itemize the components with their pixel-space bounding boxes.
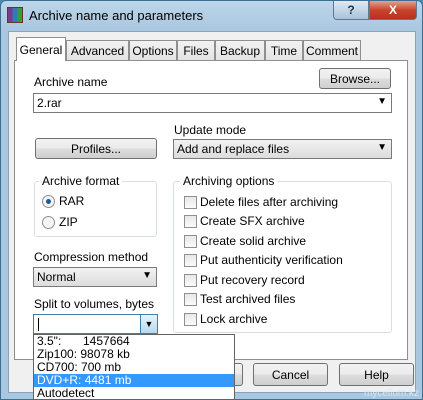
- split-volumes-dropdown: 3.5": 1457664 Zip100: 98078 kb CD700: 700…: [33, 334, 235, 400]
- dialog-window: Archive name and parameters ? X General …: [0, 0, 423, 400]
- checkbox-test-files-label[interactable]: Test archived files: [200, 292, 295, 306]
- radio-zip[interactable]: [42, 216, 55, 229]
- checkbox-recovery-record[interactable]: [184, 274, 197, 287]
- tab-files[interactable]: Files: [177, 40, 215, 60]
- text-caret: [38, 318, 39, 331]
- window-title: Archive name and parameters: [29, 8, 204, 23]
- split-volumes-label: Split to volumes, bytes: [34, 297, 155, 311]
- checkbox-solid-archive-label[interactable]: Create solid archive: [200, 234, 306, 248]
- radio-selected-dot: [46, 199, 51, 204]
- tab-comment[interactable]: Comment: [303, 40, 361, 60]
- archive-name-input[interactable]: 2.rar ▼: [33, 93, 392, 113]
- checkbox-lock-archive-label[interactable]: Lock archive: [200, 312, 267, 326]
- checkbox-test-files[interactable]: [184, 293, 197, 306]
- checkbox-create-sfx-label[interactable]: Create SFX archive: [200, 214, 305, 228]
- chevron-down-icon: ▼: [142, 270, 152, 281]
- checkbox-delete-files[interactable]: [184, 196, 197, 209]
- winrar-app-icon: [7, 7, 23, 23]
- chevron-down-icon: ▼: [377, 142, 387, 153]
- checkbox-delete-files-label[interactable]: Delete files after archiving: [200, 195, 338, 209]
- tab-options[interactable]: Options: [129, 40, 177, 60]
- dropdown-option-autodetect[interactable]: Autodetect: [34, 387, 234, 400]
- compression-method-select[interactable]: Normal ▼: [33, 267, 157, 287]
- archive-name-label: Archive name: [34, 75, 108, 89]
- archive-name-value: 2.rar: [37, 96, 62, 110]
- tab-advanced[interactable]: Advanced: [66, 40, 129, 60]
- checkbox-authenticity-label[interactable]: Put authenticity verification: [200, 253, 343, 267]
- archiving-options-title: Archiving options: [180, 174, 278, 188]
- help-button[interactable]: Help: [339, 363, 414, 386]
- checkbox-lock-archive[interactable]: [184, 313, 197, 326]
- update-mode-value: Add and replace files: [177, 142, 290, 156]
- tab-time[interactable]: Time: [265, 40, 303, 60]
- checkbox-authenticity[interactable]: [184, 254, 197, 267]
- checkbox-solid-archive[interactable]: [184, 235, 197, 248]
- cancel-button[interactable]: Cancel: [253, 363, 328, 386]
- title-help-button[interactable]: ?: [333, 1, 369, 20]
- tab-general[interactable]: General: [16, 37, 66, 61]
- browse-button[interactable]: Browse...: [319, 68, 391, 89]
- chevron-down-icon[interactable]: ▼: [140, 315, 157, 333]
- chevron-down-icon: ▼: [377, 96, 387, 107]
- split-volumes-input[interactable]: ▼: [33, 314, 158, 334]
- radio-rar[interactable]: [42, 195, 55, 208]
- checkbox-recovery-record-label[interactable]: Put recovery record: [200, 273, 305, 287]
- archive-format-title: Archive format: [39, 174, 123, 188]
- compression-method-label: Compression method: [34, 250, 149, 264]
- profiles-button[interactable]: Profiles...: [35, 138, 157, 159]
- title-close-button[interactable]: X: [369, 1, 417, 20]
- compression-method-value: Normal: [37, 270, 76, 284]
- archive-format-group: [34, 181, 157, 237]
- update-mode-label: Update mode: [174, 123, 247, 137]
- radio-zip-label[interactable]: ZIP: [59, 215, 78, 229]
- checkbox-create-sfx[interactable]: [184, 215, 197, 228]
- tab-backup[interactable]: Backup: [215, 40, 265, 60]
- update-mode-select[interactable]: Add and replace files ▼: [173, 139, 392, 159]
- watermark: mycelium.kz: [363, 388, 419, 399]
- radio-rar-label[interactable]: RAR: [59, 194, 84, 208]
